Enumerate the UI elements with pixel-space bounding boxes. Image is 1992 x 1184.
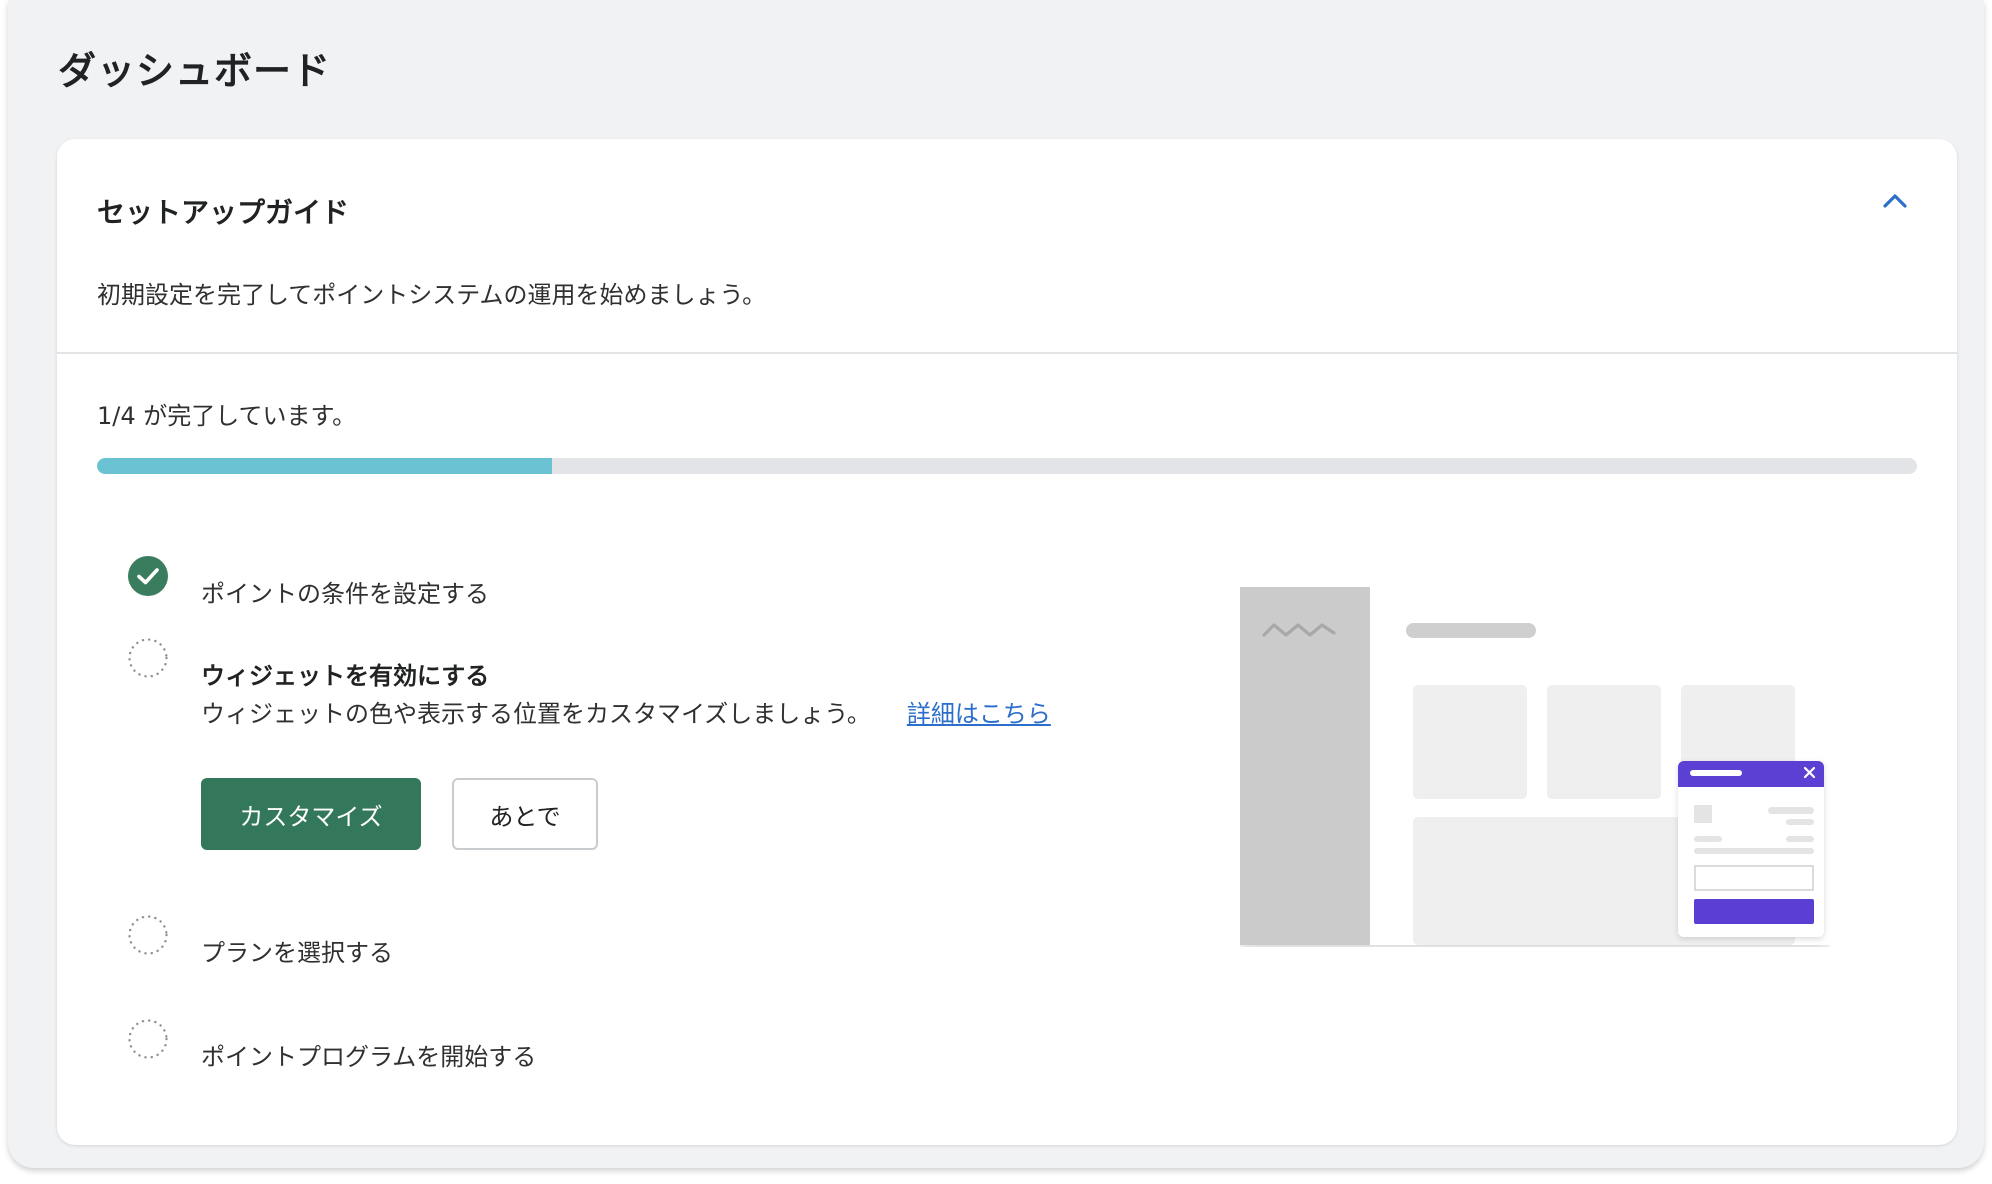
widget-preview-illustration: [1240, 587, 1830, 945]
step-label: プランを選択する: [201, 939, 393, 967]
step-description: ウィジェットの色や表示する位置をカスタマイズしましょう。 詳細はこちら: [201, 694, 1051, 729]
dotted-circle-icon: [128, 638, 168, 678]
page-title: ダッシュボード: [58, 49, 332, 93]
dotted-circle-icon: [128, 1019, 168, 1059]
progress-bar-fill: [97, 458, 552, 474]
setup-guide-title: セットアップガイド: [97, 196, 350, 229]
chevron-up-icon: [1883, 194, 1907, 208]
dotted-circle-icon: [128, 915, 168, 955]
customize-button[interactable]: カスタマイズ: [201, 778, 421, 850]
step-label: ウィジェットを有効にする: [201, 662, 490, 690]
setup-guide-card: セットアップガイド 初期設定を完了してポイントシステムの運用を始めましょう。 1…: [57, 139, 1957, 1145]
step-label: ポイントの条件を設定する: [201, 580, 489, 608]
learn-more-link[interactable]: 詳細はこちら: [907, 700, 1051, 728]
setup-guide-description: 初期設定を完了してポイントシステムの運用を始めましょう。: [97, 281, 767, 309]
progress-bar: [97, 458, 1917, 474]
divider: [57, 352, 1957, 354]
later-button[interactable]: あとで: [452, 778, 598, 850]
check-circle-icon: [128, 556, 168, 596]
progress-text: 1/4 が完了しています。: [97, 402, 357, 430]
step-label: ポイントプログラムを開始する: [201, 1043, 537, 1071]
step-description-text: ウィジェットの色や表示する位置をカスタマイズしましょう。: [201, 700, 871, 728]
dashboard-frame: ダッシュボード セットアップガイド 初期設定を完了してポイントシステムの運用を始…: [8, 0, 1984, 1168]
collapse-button[interactable]: [1875, 181, 1915, 221]
